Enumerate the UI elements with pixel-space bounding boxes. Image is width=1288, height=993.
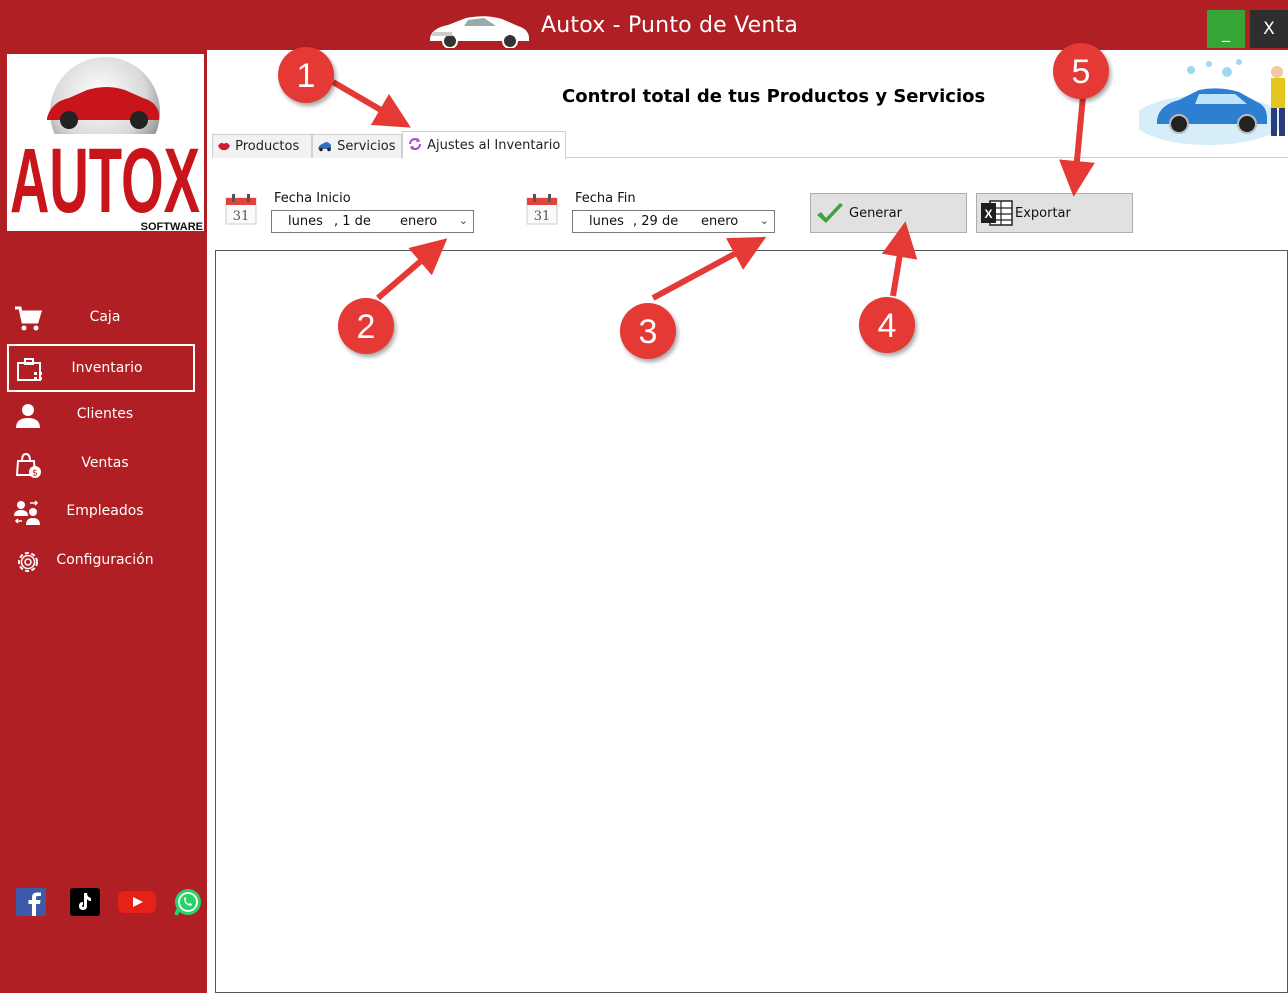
end-date-number: , 29 de — [633, 214, 679, 229]
service-icon — [318, 142, 331, 152]
main-panel: Control total de tus Productos y Servici… — [207, 50, 1288, 993]
sidebar-item-label: Ventas — [81, 455, 129, 471]
end-date-month: enero — [701, 214, 739, 229]
sidebar-item-label: Clientes — [76, 406, 134, 422]
car-icon — [430, 16, 529, 48]
data-grid[interactable] — [215, 250, 1288, 993]
window-title: Autox - Punto de Venta — [541, 13, 799, 38]
svg-text:31: 31 — [233, 209, 250, 224]
car-wash-illustration — [1139, 59, 1285, 145]
calendar-icon: 31 — [225, 194, 257, 225]
start-date-day: lunes — [288, 214, 323, 229]
facebook-icon[interactable] — [16, 888, 46, 916]
tiktok-icon[interactable] — [70, 888, 100, 916]
whatsapp-icon[interactable] — [172, 888, 202, 916]
svg-text:AUTOX: AUTOX — [10, 130, 200, 231]
minimize-button[interactable]: _ — [1207, 10, 1245, 48]
annotation-marker-2: 2 — [338, 298, 394, 354]
sidebar-item-label: Inventario — [71, 360, 143, 376]
sidebar-item-empleados[interactable]: Empleados — [7, 489, 195, 537]
generate-button-label: Generar — [849, 206, 902, 221]
sidebar-item-label: Caja — [89, 309, 121, 325]
calendar-icon: 31 — [526, 194, 558, 225]
close-button[interactable]: X — [1250, 10, 1288, 48]
checkmark-icon — [817, 203, 843, 223]
sidebar-item-inventario[interactable]: Inventario — [7, 344, 195, 392]
sidebar: AUTOX SOFTWARE Caja Inventario Clientes — [0, 50, 207, 993]
tab-ajustes-inventario[interactable]: Ajustes al Inventario — [402, 131, 566, 159]
tab-servicios[interactable]: Servicios — [312, 134, 402, 158]
start-date-month: enero — [400, 214, 438, 229]
tab-label: Servicios — [337, 139, 396, 154]
page-title: Control total de tus Productos y Servici… — [562, 86, 986, 107]
tab-label: Productos — [235, 139, 300, 154]
logo-image: AUTOX SOFTWARE — [10, 57, 203, 231]
sidebar-item-caja[interactable]: Caja — [7, 295, 195, 343]
lips-icon — [218, 142, 230, 151]
excel-icon: X — [981, 200, 1013, 226]
sidebar-item-label: Empleados — [66, 503, 144, 519]
start-date-label: Fecha Inicio — [274, 191, 351, 206]
end-date-label: Fecha Fin — [575, 191, 636, 206]
app-logo: AUTOX SOFTWARE — [7, 54, 204, 231]
svg-text:SOFTWARE: SOFTWARE — [141, 221, 203, 231]
start-date-number: , 1 de — [334, 214, 371, 229]
svg-text:X: X — [984, 207, 992, 221]
export-button-label: Exportar — [1015, 206, 1071, 221]
annotation-marker-3: 3 — [620, 303, 676, 359]
youtube-icon[interactable] — [118, 888, 156, 916]
refresh-icon — [409, 138, 421, 150]
start-date-picker[interactable]: lunes , 1 de enero ⌄ — [271, 210, 474, 233]
chevron-down-icon[interactable]: ⌄ — [459, 214, 468, 227]
sidebar-item-label: Configuración — [56, 552, 154, 568]
chevron-down-icon[interactable]: ⌄ — [760, 214, 769, 227]
end-date-day: lunes — [589, 214, 624, 229]
tab-label: Ajustes al Inventario — [427, 138, 561, 153]
sidebar-item-configuracion[interactable]: Configuración — [7, 538, 195, 586]
generate-button[interactable]: Generar — [810, 193, 967, 233]
export-button[interactable]: X Exportar — [976, 193, 1133, 233]
tab-productos[interactable]: Productos — [212, 134, 312, 158]
svg-text:31: 31 — [534, 209, 551, 224]
sidebar-item-ventas[interactable]: $ Ventas — [7, 441, 195, 489]
title-bar: Autox - Punto de Venta _ X — [0, 0, 1288, 50]
annotation-marker-1: 1 — [278, 47, 334, 103]
end-date-picker[interactable]: lunes , 29 de enero ⌄ — [572, 210, 775, 233]
sidebar-item-clientes[interactable]: Clientes — [7, 392, 195, 440]
annotation-marker-5: 5 — [1053, 43, 1109, 99]
annotation-marker-4: 4 — [859, 297, 915, 353]
